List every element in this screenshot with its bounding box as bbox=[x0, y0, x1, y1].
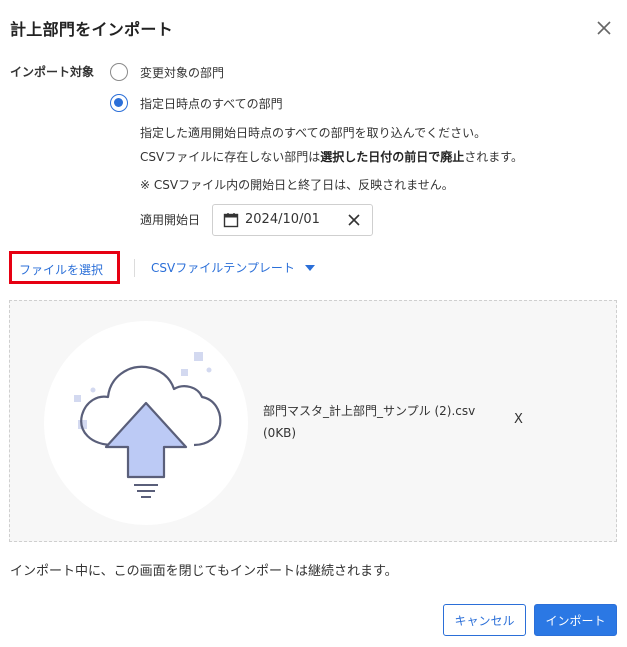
csv-template-dropdown[interactable]: CSVファイルテンプレート bbox=[151, 259, 315, 276]
close-icon[interactable] bbox=[594, 18, 614, 38]
caret-down-icon[interactable] bbox=[304, 264, 315, 271]
uploaded-file-size: (0KB) bbox=[263, 426, 297, 440]
uploaded-file-name: 部門マスタ_計上部門_サンプル (2).csv bbox=[263, 404, 476, 418]
cancel-button[interactable]: キャンセル bbox=[443, 604, 526, 636]
radio-button[interactable] bbox=[110, 63, 128, 81]
description-line-2: CSVファイルに存在しない部門は選択した日付の前日で廃止されます。 bbox=[140, 150, 524, 164]
import-button[interactable]: インポート bbox=[534, 604, 617, 636]
file-dropzone[interactable]: 部門マスタ_計上部門_サンプル (2).csv (0KB) X bbox=[9, 300, 617, 542]
start-date-label: 適用開始日 bbox=[140, 213, 201, 227]
radio-changed-departments[interactable]: 変更対象の部門 bbox=[110, 62, 224, 82]
dialog-title: 計上部門をインポート bbox=[10, 20, 174, 39]
clear-icon[interactable] bbox=[347, 213, 361, 227]
remove-file-button[interactable]: X bbox=[514, 412, 523, 427]
import-note: インポート中に、この画面を閉じてもインポートは継続されます。 bbox=[10, 564, 398, 579]
radio-label: 指定日時点のすべての部門 bbox=[140, 96, 283, 111]
description-line-3: ※ CSVファイル内の開始日と終了日は、反映されません。 bbox=[140, 178, 454, 192]
cloud-upload-icon bbox=[74, 352, 222, 498]
csv-template-label[interactable]: CSVファイルテンプレート bbox=[151, 259, 295, 276]
radio-button-selected[interactable] bbox=[110, 94, 128, 112]
start-date-field[interactable]: 2024/10/01 bbox=[212, 204, 373, 236]
description-line-1: 指定した適用開始日時点のすべての部門を取り込んでください。 bbox=[140, 126, 487, 140]
description-bold: 選択した日付の前日で廃止 bbox=[320, 150, 465, 164]
divider bbox=[134, 259, 135, 277]
file-select-highlight: ファイルを選択 bbox=[9, 251, 120, 284]
file-select-link[interactable]: ファイルを選択 bbox=[19, 261, 103, 278]
calendar-icon[interactable] bbox=[223, 212, 239, 228]
radio-all-departments[interactable]: 指定日時点のすべての部門 bbox=[110, 93, 283, 113]
radio-label: 変更対象の部門 bbox=[140, 65, 225, 80]
import-dialog: 計上部門をインポート インポート対象 変更対象の部門 指定日時点のすべての部門 … bbox=[0, 0, 627, 647]
import-target-label: インポート対象 bbox=[10, 65, 95, 79]
start-date-value[interactable]: 2024/10/01 bbox=[245, 212, 320, 227]
